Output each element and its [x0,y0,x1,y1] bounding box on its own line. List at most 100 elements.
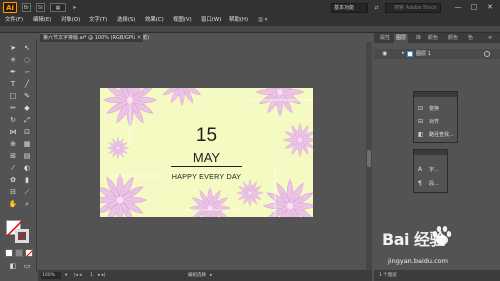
artboard-tool-icon[interactable]: ⊟ [7,187,19,197]
scale-tool-icon[interactable]: ⤢ [21,115,33,125]
layer-count: 1 个图层 [379,273,397,278]
menu-select[interactable]: 选择(S) [117,16,135,25]
eyedropper-tool-icon[interactable]: ⁄ [7,163,19,173]
panel-menu-icon[interactable]: ≡ [486,34,494,43]
transform-icon: ⊡ [418,104,424,112]
type-panel-group: A 字... ¶ 段... [413,149,448,193]
color-mode-icon[interactable] [5,249,13,257]
close-button[interactable]: ✕ [484,2,496,13]
panel-drag-bar[interactable] [414,150,447,155]
selection-tool-icon[interactable]: ➤ [7,43,19,53]
gradient-tool-icon[interactable]: ▤ [21,151,33,161]
menu-file[interactable]: 文件(F) [5,16,23,25]
send-icon[interactable]: ➤ [70,3,79,12]
vertical-scrollbar[interactable] [366,42,372,270]
layer-name[interactable]: 图层 1 [416,50,431,58]
document-tab[interactable]: 第六节文字排版.ai* @ 100% (RGB/GPU 预览) [40,33,149,42]
panel-arrange-icon[interactable]: ▥ ▾ [258,16,268,25]
menu-effect[interactable]: 效果(C) [145,16,164,25]
pen-tool-icon[interactable]: ✒ [7,67,19,77]
menu-view[interactable]: 视图(V) [173,16,192,25]
menu-type[interactable]: 文字(T) [89,16,107,25]
shaper-tool-icon[interactable]: ✏ [7,103,19,113]
next-artboard-icon[interactable]: ▸ ▸| [98,272,105,279]
workspace-switcher[interactable]: 基本功能 [331,3,368,13]
blend-tool-icon[interactable]: ◐ [21,163,33,173]
control-bar [0,26,500,33]
panel-drag-bar[interactable] [414,92,457,97]
tab-layers[interactable]: 图层 [394,34,409,43]
rectangle-tool-icon[interactable]: □ [7,91,19,101]
menu-object[interactable]: 对象(O) [61,16,80,25]
paragraph-panel-button[interactable]: ¶ 段... [418,178,439,188]
zoom-tool-icon[interactable]: ⌕ [21,199,33,209]
paintbrush-tool-icon[interactable]: ✎ [21,91,33,101]
tab-libraries[interactable]: 库 [414,34,423,43]
bridge-icon[interactable]: Br [22,3,31,12]
transform-panel-group: ⊡ 变换 ⊟ 对齐 ◧ 路径查找... [413,91,458,143]
eraser-tool-icon[interactable]: ◆ [21,103,33,113]
maximize-button[interactable]: □ [468,2,480,13]
stock-icon[interactable]: St [36,3,45,12]
tab-swatch[interactable]: 色 [466,34,475,43]
sync-icon[interactable]: ⇄ [372,3,381,12]
month-text[interactable]: MAY [100,150,313,165]
minimize-button[interactable]: — [452,2,464,13]
menu-window[interactable]: 窗口(W) [201,16,221,25]
draw-mode-icon[interactable]: ◧ [7,261,19,271]
hand-tool-icon[interactable]: ✋ [7,199,19,209]
arrange-documents-icon[interactable]: ▦ [50,3,66,12]
vertical-scroll-thumb[interactable] [367,150,371,167]
divider-line[interactable] [171,166,242,167]
menu-bar: 文件(F) 编辑(E) 对象(O) 文字(T) 选择(S) 效果(C) 视图(V… [0,15,500,26]
curvature-tool-icon[interactable]: ∽ [21,67,33,77]
rotate-view-icon[interactable]: ▾ [65,272,67,279]
stroke-swatch[interactable] [15,229,29,243]
stock-search-input[interactable]: 搜索 Adobe Stock [385,3,441,13]
none-mode-icon[interactable] [25,249,33,257]
width-tool-icon[interactable]: ⋈ [7,127,19,137]
perspective-grid-icon[interactable]: ▦ [21,139,33,149]
tab-color[interactable]: 颜色 [426,34,440,43]
tab-properties[interactable]: 属性 [378,34,392,43]
rotate-tool-icon[interactable]: ↻ [7,115,19,125]
mesh-tool-icon[interactable]: ⊞ [7,151,19,161]
artboard-number[interactable]: 1 [90,272,93,279]
align-icon: ⊟ [418,117,424,125]
lasso-tool-icon[interactable]: ◌ [21,55,33,65]
pathfinder-icon: ◧ [418,130,424,138]
layers-footer: 1 个图层 [374,270,500,281]
direct-selection-tool-icon[interactable]: ↖ [21,43,33,53]
menu-edit[interactable]: 编辑(E) [33,16,51,25]
artboard[interactable]: 15 MAY HAPPY EVERY DAY [100,88,313,217]
tab-color-guide[interactable]: 颜色 [446,34,460,43]
layer-target-icon[interactable] [484,51,490,57]
gradient-mode-icon[interactable] [15,249,23,257]
free-transform-icon[interactable]: ⊡ [21,127,33,137]
status-menu-icon[interactable]: ▸ [210,272,212,279]
visibility-eye-icon[interactable]: ◉ [382,50,387,57]
character-panel-button[interactable]: A 字... [418,164,439,174]
transform-panel-button[interactable]: ⊡ 变换 [418,103,439,113]
layer-row[interactable]: ◉ ▸ 图层 1 [374,49,500,59]
screen-mode-icon[interactable]: ▭ [21,261,33,271]
first-artboard-icon[interactable]: |◂ ◂ [74,272,81,279]
date-number[interactable]: 15 [100,125,313,147]
zoom-field[interactable]: 100% [41,272,61,279]
document-tab-close-icon[interactable]: × [135,33,143,42]
expand-arrow-icon[interactable]: ▸ [402,50,405,56]
current-tool-label: 编组选择 [188,273,206,278]
app-bar: Ai Br St ▦ ➤ 基本功能 ⇄ 搜索 Adobe Stock — □ ✕ [0,0,500,15]
menu-help[interactable]: 帮助(H) [229,16,248,25]
slice-tool-icon[interactable]: ⟋ [21,187,33,197]
magic-wand-icon[interactable]: ✳ [7,55,19,65]
shape-builder-icon[interactable]: ⊕ [7,139,19,149]
subtitle-text[interactable]: HAPPY EVERY DAY [100,172,313,181]
pathfinder-panel-button[interactable]: ◧ 路径查找... [418,129,454,139]
graph-tool-icon[interactable]: ▮ [21,175,33,185]
line-tool-icon[interactable]: ╱ [21,79,33,89]
symbol-sprayer-icon[interactable]: ✿ [7,175,19,185]
character-icon: A [418,165,423,173]
type-tool-icon[interactable]: T [7,79,19,89]
align-panel-button[interactable]: ⊟ 对齐 [418,116,439,126]
